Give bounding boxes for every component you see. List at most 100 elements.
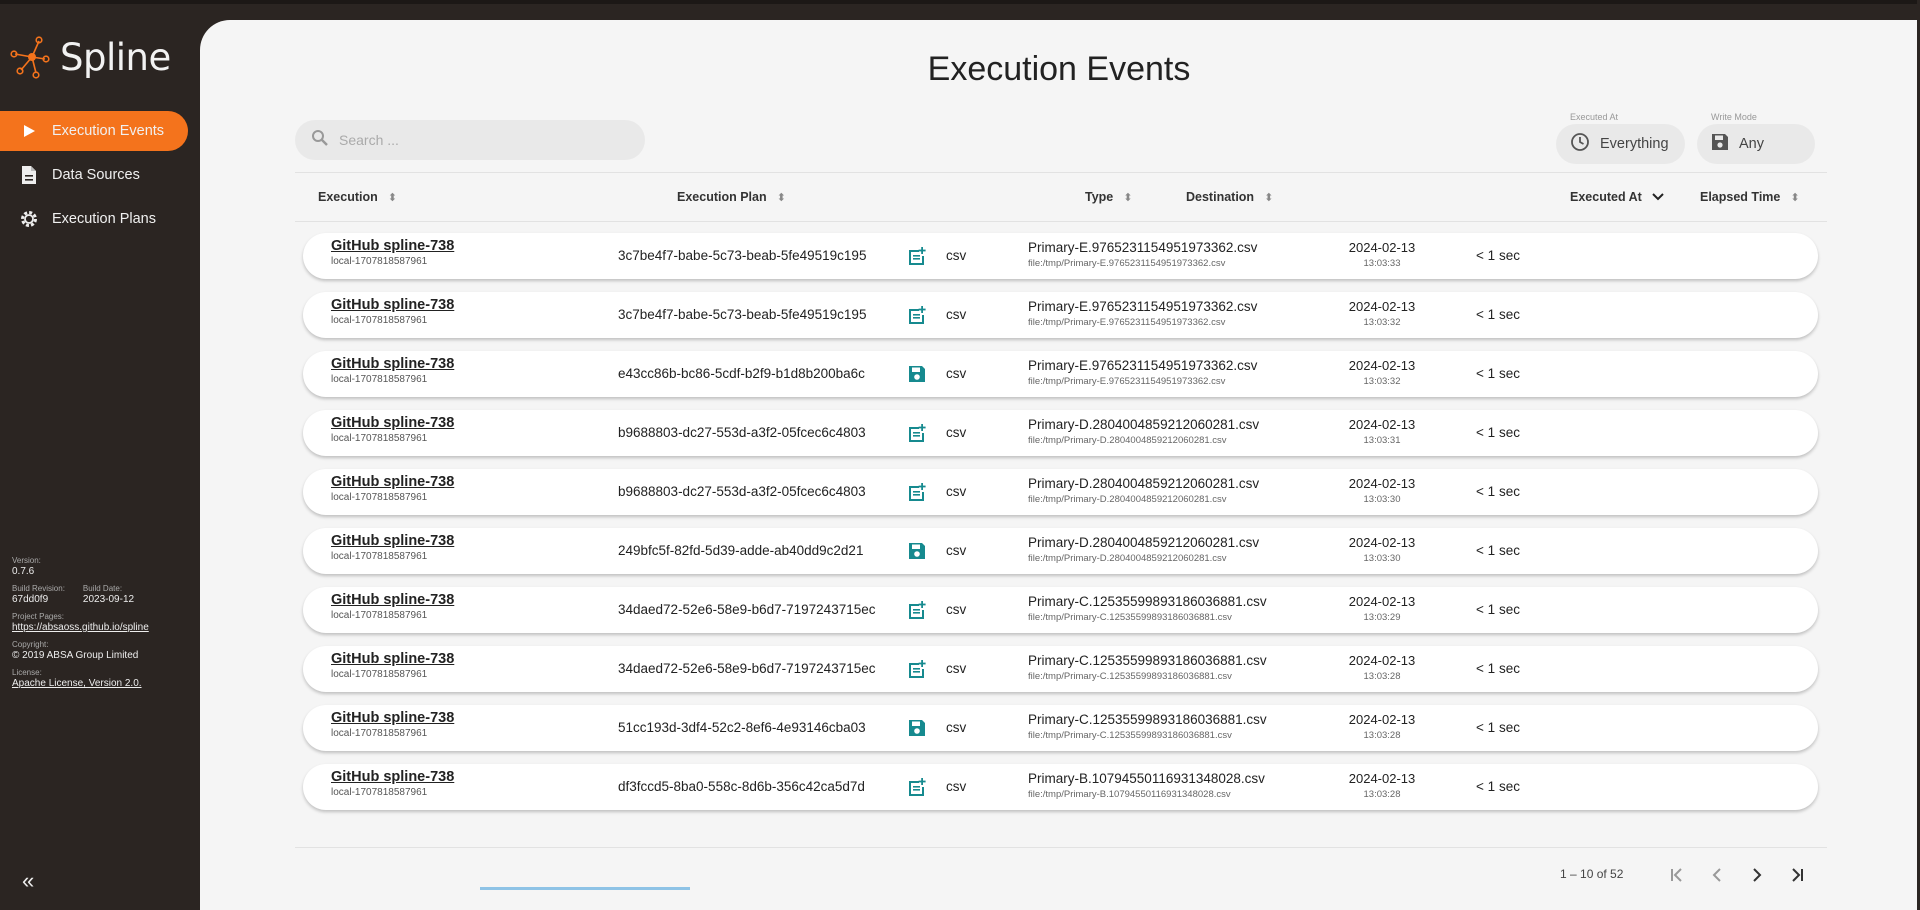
destination-name: Primary-C.12535599893186036881.csv bbox=[1028, 594, 1267, 609]
table-row[interactable]: GitHub spline-738 local-1707818587961 b968… bbox=[303, 469, 1818, 515]
type-value: csv bbox=[946, 720, 967, 735]
destination-name: Primary-E.9765231154951973362.csv bbox=[1028, 358, 1258, 373]
destination-cell: Primary-B.10794550116931348028.csv file:/… bbox=[1028, 771, 1265, 800]
table-row[interactable]: GitHub spline-738 local-1707818587961 e43c… bbox=[303, 351, 1818, 397]
destination-path: file:/tmp/Primary-C.12535599893186036881… bbox=[1028, 730, 1232, 741]
search-box[interactable] bbox=[295, 120, 645, 160]
destination-path: file:/tmp/Primary-C.12535599893186036881… bbox=[1028, 612, 1232, 623]
execution-plan-id: b9688803-dc27-553d-a3f2-05fcec6c4803 bbox=[618, 425, 866, 440]
executed-date: 2024-02-13 bbox=[1348, 771, 1416, 786]
destination-cell: Primary-D.2804004859212060281.csv file:/t… bbox=[1028, 535, 1259, 564]
executed-at-cell: 2024-02-13 13:03:28 bbox=[1337, 712, 1427, 741]
execution-plan-id: e43cc86b-bc86-5cdf-b2f9-b1d8b200ba6c bbox=[618, 366, 865, 381]
header-execution-plan[interactable]: Execution Plan ⬍ bbox=[677, 173, 786, 221]
execution-id: local-1707818587961 bbox=[331, 315, 428, 326]
play-icon bbox=[18, 120, 40, 142]
last-page-button[interactable] bbox=[1782, 860, 1812, 890]
sidebar: Spline Execution Events Data Sources Exe… bbox=[0, 4, 200, 910]
header-type[interactable]: Type ⬍ bbox=[1085, 173, 1132, 221]
sidebar-item-execution-plans[interactable]: Execution Plans bbox=[0, 199, 200, 239]
first-page-button[interactable] bbox=[1662, 860, 1692, 890]
executed-time: 13:03:32 bbox=[1363, 376, 1401, 387]
executed-at-cell: 2024-02-13 13:03:33 bbox=[1337, 240, 1427, 269]
table-row[interactable]: GitHub spline-738 local-1707818587961 34da… bbox=[303, 587, 1818, 633]
executed-date: 2024-02-13 bbox=[1348, 476, 1416, 491]
type-value: csv bbox=[946, 602, 967, 617]
table-row[interactable]: GitHub spline-738 local-1707818587961 3c7b… bbox=[303, 233, 1818, 279]
note-add-icon bbox=[907, 600, 927, 620]
table-row[interactable]: GitHub spline-738 local-1707818587961 3c7b… bbox=[303, 292, 1818, 338]
search-input[interactable] bbox=[339, 132, 619, 148]
sidebar-item-data-sources[interactable]: Data Sources bbox=[0, 155, 200, 195]
executed-at-select[interactable]: Everything bbox=[1556, 124, 1685, 164]
execution-name-link[interactable]: GitHub spline-738 bbox=[331, 710, 454, 726]
table-row[interactable]: GitHub spline-738 local-1707818587961 34da… bbox=[303, 646, 1818, 692]
header-elapsed-time[interactable]: Elapsed Time ⬍ bbox=[1700, 173, 1800, 221]
previous-page-button[interactable] bbox=[1702, 860, 1732, 890]
table-row[interactable]: GitHub spline-738 local-1707818587961 249b… bbox=[303, 528, 1818, 574]
note-add-icon bbox=[907, 305, 927, 325]
execution-name-link[interactable]: GitHub spline-738 bbox=[331, 651, 454, 667]
header-destination[interactable]: Destination ⬍ bbox=[1186, 173, 1273, 221]
executed-at-cell: 2024-02-13 13:03:30 bbox=[1337, 535, 1427, 564]
destination-cell: Primary-C.12535599893186036881.csv file:/… bbox=[1028, 712, 1267, 741]
execution-plan-id: 34daed72-52e6-58e9-b6d7-7197243715ec bbox=[618, 661, 876, 676]
type-value: csv bbox=[946, 779, 967, 794]
header-label: Elapsed Time bbox=[1700, 190, 1781, 204]
divider bbox=[295, 847, 1827, 848]
table-body: GitHub spline-738 local-1707818587961 3c7b… bbox=[303, 233, 1818, 823]
table-row[interactable]: GitHub spline-738 local-1707818587961 b968… bbox=[303, 410, 1818, 456]
execution-id: local-1707818587961 bbox=[331, 787, 428, 798]
execution-cell: GitHub spline-738 local-1707818587961 bbox=[331, 356, 454, 385]
header-executed-at[interactable]: Executed At bbox=[1570, 173, 1664, 221]
table-row[interactable]: GitHub spline-738 local-1707818587961 51cc… bbox=[303, 705, 1818, 751]
elapsed-time: < 1 sec bbox=[1476, 720, 1520, 735]
table-row[interactable]: GitHub spline-738 local-1707818587961 df3f… bbox=[303, 764, 1818, 810]
destination-path: file:/tmp/Primary-D.2804004859212060281.… bbox=[1028, 435, 1227, 446]
collapse-sidebar-button[interactable]: « bbox=[22, 868, 34, 894]
execution-name-link[interactable]: GitHub spline-738 bbox=[331, 769, 454, 785]
save-icon bbox=[907, 364, 927, 384]
license-link[interactable]: Apache License, Version 2.0. bbox=[12, 678, 192, 689]
execution-name-link[interactable]: GitHub spline-738 bbox=[331, 297, 454, 313]
executed-time: 13:03:29 bbox=[1363, 612, 1401, 623]
type-value: csv bbox=[946, 366, 967, 381]
next-page-button[interactable] bbox=[1742, 860, 1772, 890]
execution-name-link[interactable]: GitHub spline-738 bbox=[331, 356, 454, 372]
execution-name-link[interactable]: GitHub spline-738 bbox=[331, 238, 454, 254]
execution-name-link[interactable]: GitHub spline-738 bbox=[331, 533, 454, 549]
execution-name-link[interactable]: GitHub spline-738 bbox=[331, 592, 454, 608]
sidebar-item-execution-events[interactable]: Execution Events bbox=[0, 111, 188, 151]
executed-at-cell: 2024-02-13 13:03:32 bbox=[1337, 299, 1427, 328]
destination-name: Primary-E.9765231154951973362.csv bbox=[1028, 299, 1258, 314]
pagination-range: 1 – 10 of 52 bbox=[1560, 867, 1624, 881]
note-add-icon bbox=[907, 777, 927, 797]
sort-icon: ⬍ bbox=[1123, 191, 1133, 204]
destination-path: file:/tmp/Primary-C.12535599893186036881… bbox=[1028, 671, 1232, 682]
save-icon bbox=[907, 541, 927, 561]
header-label: Execution Plan bbox=[677, 190, 767, 204]
copyright-value: © 2019 ABSA Group Limited bbox=[12, 650, 139, 661]
executed-at-cell: 2024-02-13 13:03:32 bbox=[1337, 358, 1427, 387]
execution-plan-id: 3c7be4f7-babe-5c73-beab-5fe49519c195 bbox=[618, 307, 867, 322]
elapsed-time: < 1 sec bbox=[1476, 484, 1520, 499]
execution-name-link[interactable]: GitHub spline-738 bbox=[331, 474, 454, 490]
brand[interactable]: Spline bbox=[10, 34, 171, 80]
table-header: Execution ⬍ Execution Plan ⬍ Type ⬍ Dest… bbox=[295, 172, 1827, 222]
header-execution[interactable]: Execution ⬍ bbox=[318, 173, 397, 221]
execution-plan-id: df3fccd5-8ba0-558c-8d6b-356c42ca5d7d bbox=[618, 779, 865, 794]
execution-cell: GitHub spline-738 local-1707818587961 bbox=[331, 592, 454, 621]
executed-date: 2024-02-13 bbox=[1348, 653, 1416, 668]
destination-cell: Primary-D.2804004859212060281.csv file:/t… bbox=[1028, 476, 1259, 505]
project-pages-link[interactable]: https://absaoss.github.io/spline bbox=[12, 622, 192, 633]
write-mode-select[interactable]: Any bbox=[1697, 124, 1815, 164]
save-icon bbox=[907, 718, 927, 738]
write-mode-filter-label: Write Mode bbox=[1711, 112, 1757, 122]
license-label: License: bbox=[12, 668, 42, 677]
clock-icon bbox=[1570, 132, 1590, 156]
executed-time: 13:03:28 bbox=[1363, 730, 1401, 741]
executed-date: 2024-02-13 bbox=[1348, 240, 1416, 255]
executed-at-value: Everything bbox=[1600, 136, 1669, 152]
execution-name-link[interactable]: GitHub spline-738 bbox=[331, 415, 454, 431]
execution-id: local-1707818587961 bbox=[331, 374, 428, 385]
